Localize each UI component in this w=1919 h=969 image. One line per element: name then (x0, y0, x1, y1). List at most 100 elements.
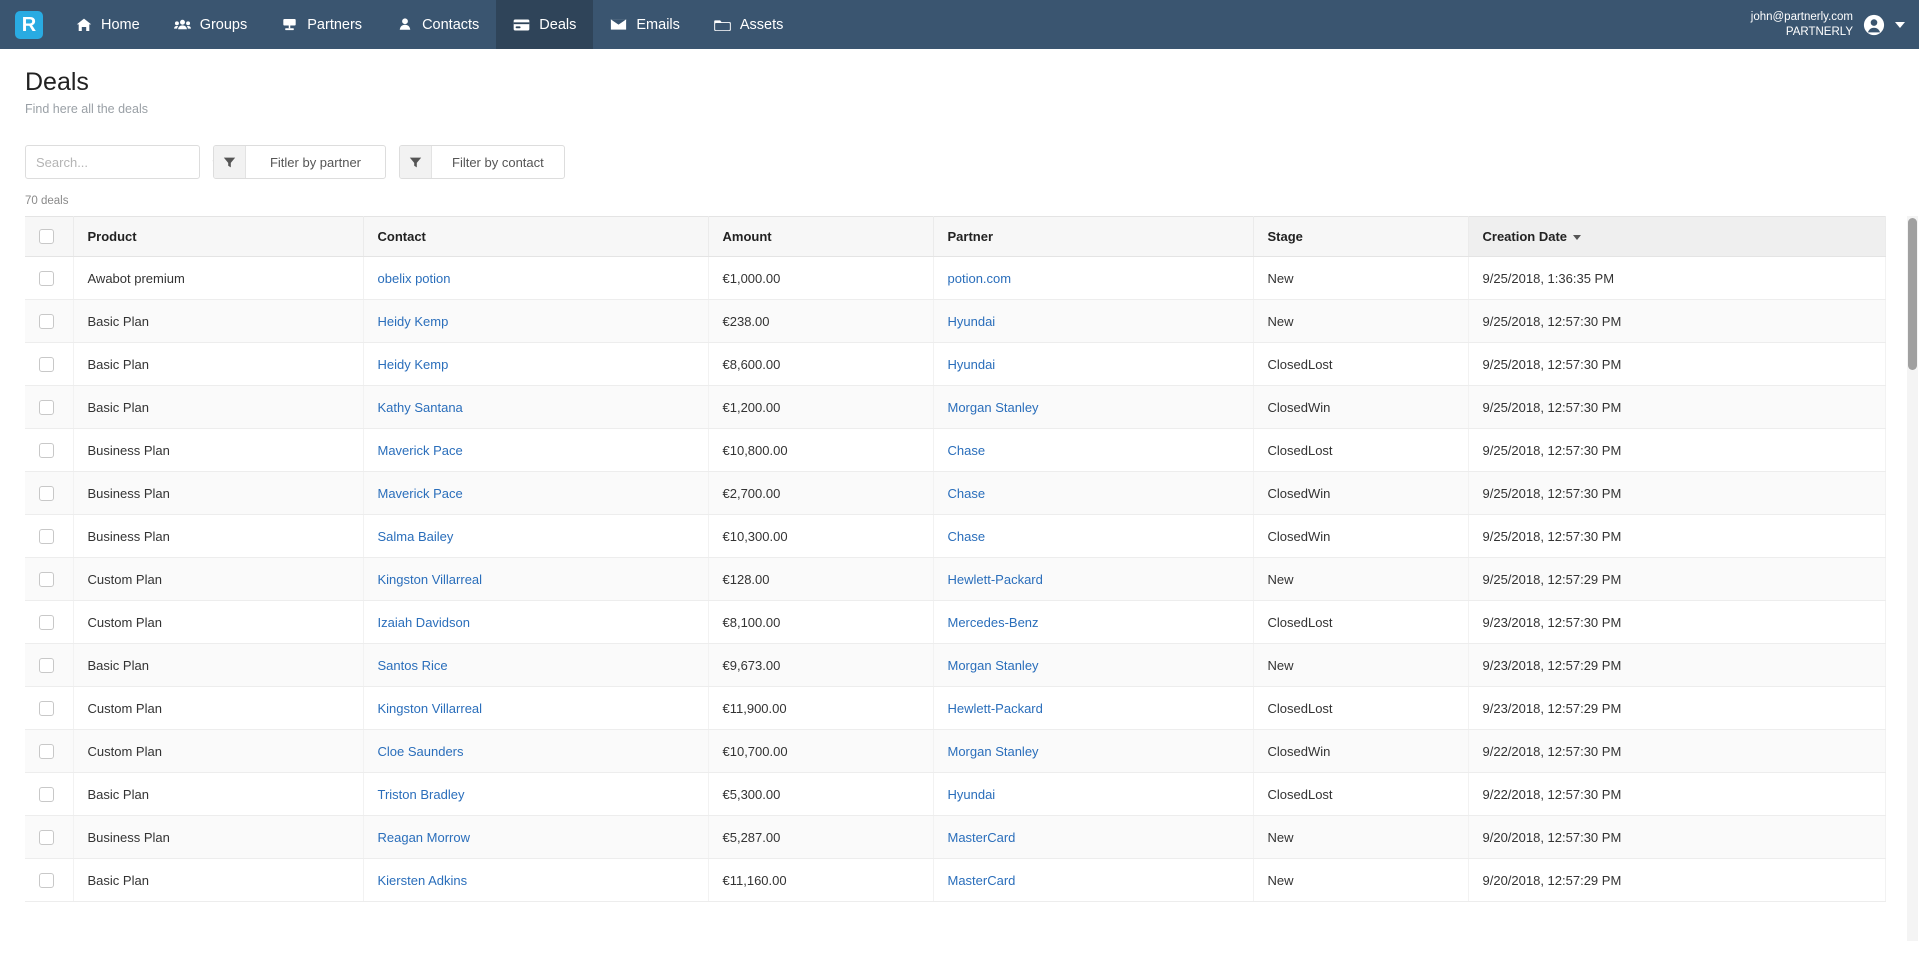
table-body: Awabot premium obelix potion €1,000.00 poti… (25, 256, 1886, 902)
nav-item-contacts[interactable]: Contacts (379, 0, 496, 49)
nav-item-label: Contacts (422, 16, 480, 33)
chevron-down-icon[interactable] (1895, 21, 1905, 28)
vertical-scrollbar-thumb[interactable] (1908, 218, 1917, 370)
table-row[interactable]: Basic Plan Heidy Kemp €238.00 Hyundai New 9/2… (25, 299, 1886, 343)
partner-link[interactable]: Hyundai (948, 787, 996, 802)
table-row[interactable]: Custom Plan Kingston Villarreal €11,900.00… (25, 686, 1886, 730)
contact-link[interactable]: Santos Rice (378, 658, 448, 673)
nav-item-partners[interactable]: Partners (264, 0, 379, 49)
partner-link[interactable]: Mercedes-Benz (948, 615, 1039, 630)
nav-item-assets[interactable]: Assets (697, 0, 801, 49)
table-row[interactable]: Basic Plan Kiersten Adkins €11,160.00 Maste… (25, 858, 1886, 902)
nav-item-deals[interactable]: Deals (496, 0, 594, 49)
row-checkbox[interactable] (39, 700, 54, 716)
row-checkbox[interactable] (39, 786, 54, 802)
contact-link[interactable]: Cloe Saunders (378, 744, 464, 759)
vertical-scrollbar-track[interactable] (1907, 216, 1918, 941)
table-row[interactable]: Awabot premium obelix potion €1,000.00 poti… (25, 256, 1886, 300)
contact-link[interactable]: Kiersten Adkins (378, 873, 468, 888)
table-row[interactable]: Basic Plan Santos Rice €9,673.00 Morgan Sta… (25, 643, 1886, 687)
cell-contact: Kiersten Adkins (363, 858, 709, 902)
partner-link[interactable]: Hyundai (948, 357, 996, 372)
column-header-stage[interactable]: Stage (1253, 216, 1469, 257)
contact-link[interactable]: Kingston Villarreal (378, 572, 483, 587)
search-box[interactable] (25, 145, 226, 179)
table-row[interactable]: Basic Plan Kathy Santana €1,200.00 Morgan S… (25, 385, 1886, 429)
nav-item-emails[interactable]: Emails (593, 0, 697, 49)
table-row[interactable]: Custom Plan Cloe Saunders €10,700.00 Morgan… (25, 729, 1886, 773)
cell-amount: €8,600.00 (708, 342, 934, 386)
row-checkbox[interactable] (39, 657, 54, 673)
partner-link[interactable]: Morgan Stanley (948, 400, 1039, 415)
partner-link[interactable]: Morgan Stanley (948, 744, 1039, 759)
table-row[interactable]: Custom Plan Kingston Villarreal €128.00 Hew… (25, 557, 1886, 601)
row-checkbox[interactable] (39, 872, 54, 888)
row-checkbox[interactable] (39, 270, 54, 286)
contact-link[interactable]: Reagan Morrow (378, 830, 471, 845)
cell-contact: Santos Rice (363, 643, 709, 687)
column-header-date[interactable]: Creation Date (1468, 216, 1886, 257)
column-header-partner[interactable]: Partner (933, 216, 1254, 257)
table-row[interactable]: Business Plan Reagan Morrow €5,287.00 Maste… (25, 815, 1886, 859)
nav-item-groups[interactable]: Groups (157, 0, 265, 49)
search-input[interactable] (36, 154, 212, 170)
table-row[interactable]: Basic Plan Heidy Kemp €8,600.00 Hyundai Clos… (25, 342, 1886, 386)
partner-link[interactable]: MasterCard (948, 830, 1016, 845)
row-checkbox[interactable] (39, 313, 54, 329)
cell-date: 9/20/2018, 12:57:30 PM (1468, 815, 1886, 859)
nav-item-home[interactable]: Home (58, 0, 157, 49)
contact-link[interactable]: Kingston Villarreal (378, 701, 483, 716)
partner-link[interactable]: Chase (948, 529, 986, 544)
cell-amount: €1,000.00 (708, 256, 934, 300)
partner-link[interactable]: Morgan Stanley (948, 658, 1039, 673)
row-select-cell (25, 729, 74, 773)
row-checkbox[interactable] (39, 528, 54, 544)
cell-product: Basic Plan (73, 342, 364, 386)
contact-link[interactable]: Maverick Pace (378, 486, 463, 501)
partner-link[interactable]: MasterCard (948, 873, 1016, 888)
partner-link[interactable]: Chase (948, 443, 986, 458)
contact-link[interactable]: Heidy Kemp (378, 357, 449, 372)
row-checkbox[interactable] (39, 399, 54, 415)
table-row[interactable]: Business Plan Salma Bailey €10,300.00 Chase… (25, 514, 1886, 558)
cell-partner: potion.com (933, 256, 1254, 300)
partner-link[interactable]: Hewlett-Packard (948, 701, 1043, 716)
column-header-contact[interactable]: Contact (363, 216, 709, 257)
row-checkbox[interactable] (39, 743, 54, 759)
row-checkbox[interactable] (39, 485, 54, 501)
row-checkbox[interactable] (39, 356, 54, 372)
partner-link[interactable]: Hewlett-Packard (948, 572, 1043, 587)
column-header-amount[interactable]: Amount (708, 216, 934, 257)
row-checkbox[interactable] (39, 442, 54, 458)
filter-by-partner-button[interactable]: Fitler by partner (213, 145, 386, 179)
contact-link[interactable]: Salma Bailey (378, 529, 454, 544)
app-logo[interactable]: R (0, 0, 58, 49)
contact-link[interactable]: Izaiah Davidson (378, 615, 471, 630)
cell-product: Business Plan (73, 815, 364, 859)
row-checkbox[interactable] (39, 571, 54, 587)
contact-link[interactable]: obelix potion (378, 271, 451, 286)
column-header-product[interactable]: Product (73, 216, 364, 257)
select-all-checkbox[interactable] (39, 229, 54, 244)
filter-by-contact-button[interactable]: Filter by contact (399, 145, 565, 179)
table-row[interactable]: Custom Plan Izaiah Davidson €8,100.00 Merce… (25, 600, 1886, 644)
partner-link[interactable]: potion.com (948, 271, 1012, 286)
table-row[interactable]: Business Plan Maverick Pace €2,700.00 Chase… (25, 471, 1886, 515)
cell-stage: New (1253, 299, 1469, 343)
filter-funnel-icon (409, 156, 422, 169)
table-row[interactable]: Basic Plan Triston Bradley €5,300.00 Hyunda… (25, 772, 1886, 816)
partner-link[interactable]: Chase (948, 486, 986, 501)
contact-link[interactable]: Kathy Santana (378, 400, 463, 415)
partner-link[interactable]: Hyundai (948, 314, 996, 329)
user-avatar-icon[interactable] (1863, 14, 1885, 36)
cell-partner: Chase (933, 514, 1254, 558)
partners-icon (281, 16, 298, 33)
row-checkbox[interactable] (39, 614, 54, 630)
cell-product: Basic Plan (73, 858, 364, 902)
table-row[interactable]: Business Plan Maverick Pace €10,800.00 Chas… (25, 428, 1886, 472)
row-checkbox[interactable] (39, 829, 54, 845)
contact-link[interactable]: Maverick Pace (378, 443, 463, 458)
contact-link[interactable]: Triston Bradley (378, 787, 465, 802)
contact-link[interactable]: Heidy Kemp (378, 314, 449, 329)
cell-amount: €5,300.00 (708, 772, 934, 816)
